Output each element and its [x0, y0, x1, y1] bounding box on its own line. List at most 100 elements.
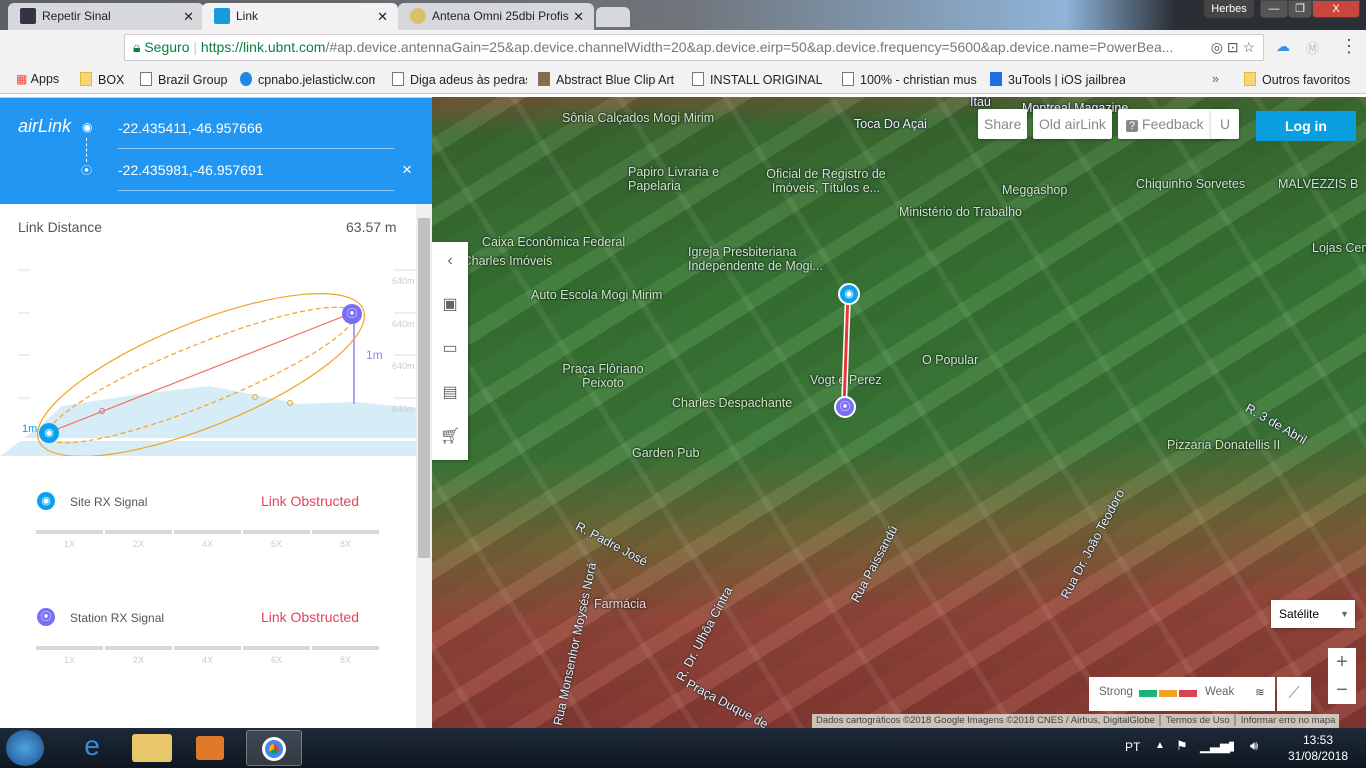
menu-icon[interactable]: ⋮ [1340, 36, 1358, 57]
bookmark-label: Diga adeus às pedras [410, 73, 527, 87]
network-icon[interactable]: ▁▃▅ [1200, 738, 1230, 754]
close-tab-icon[interactable]: ✕ [183, 9, 194, 25]
explorer-taskbar-icon[interactable] [132, 734, 172, 762]
login-button[interactable]: Log in [1256, 111, 1356, 141]
map-type-value: Satélite [1279, 607, 1320, 621]
start-button[interactable] [6, 730, 44, 766]
station-height-label: 1m [366, 348, 383, 362]
close-tab-icon[interactable]: ✕ [377, 9, 388, 25]
report-error-link[interactable]: Informar erro no mapa [1241, 715, 1336, 726]
user-profile-button[interactable]: Herbes [1204, 0, 1254, 18]
scrollbar-thumb[interactable] [418, 218, 430, 558]
power-icon[interactable]: ▮ [1228, 738, 1235, 754]
clear-button[interactable]: × [402, 160, 412, 180]
bookmark-star-icon[interactable]: ☆ [1242, 39, 1255, 55]
close-window-button[interactable]: X [1312, 0, 1360, 18]
bookmark-brazil-group[interactable]: Brazil Group [140, 72, 227, 87]
ie-taskbar-icon[interactable]: e [64, 730, 120, 766]
chrome-taskbar-icon[interactable] [246, 730, 302, 766]
level-label: 1X [63, 539, 75, 549]
signal-legend: Strong Weak ≋ [1089, 677, 1275, 711]
ubnt-logo-button[interactable]: U [1211, 109, 1239, 139]
signal-status: Link Obstructed [260, 609, 359, 625]
m-extension-icon[interactable]: Ⓜ [1306, 38, 1319, 57]
omnibox-actions: ◎ ⊡ ☆ [1204, 35, 1255, 60]
level-bar [105, 530, 172, 534]
volume-icon[interactable]: 🔊︎ [1250, 738, 1258, 754]
share-button[interactable]: Share [978, 109, 1028, 139]
legend-weak-label: Weak [1205, 686, 1235, 698]
station-profile-icon: ⦿ [342, 304, 362, 324]
tab-link[interactable]: Link ✕ [202, 3, 398, 30]
location-icon[interactable]: ◎ [1211, 39, 1223, 55]
bookmark-label: Abstract Blue Clip Art [556, 73, 675, 87]
map-view[interactable]: Sônia Calçados Mogi Mirim Toca Do Açai P… [432, 97, 1366, 728]
axis-label: 640m [392, 319, 415, 329]
old-airlink-button[interactable]: Old airLink [1033, 109, 1112, 139]
url-path: /#ap.device.antennaGain=25&ap.device.cha… [325, 39, 1174, 55]
legend-strong-label: Strong [1099, 686, 1133, 698]
bookmark-install[interactable]: INSTALL ORIGINAL FI [692, 72, 822, 87]
site-rx-signal: ◉ Site RX Signal Link Obstructed 1X 2X 4X 6… [0, 486, 416, 586]
bookmark-label: 3uTools | iOS jailbreak [1008, 73, 1125, 87]
close-tab-icon[interactable]: ✕ [573, 9, 584, 25]
map-toolbar: ‹ ▣ ▭ ▤ 🛒︎ [432, 242, 468, 460]
bookmark-abstract[interactable]: Abstract Blue Clip Art [538, 72, 678, 87]
cart-icon[interactable]: 🛒︎ [440, 426, 460, 446]
tab-label: Antena Omni 25dbi Profis [432, 9, 569, 23]
date: 31/08/2018 [1287, 749, 1349, 763]
tab-label: Link [236, 9, 259, 23]
bookmark-christian-music[interactable]: 100% - christian music [842, 72, 977, 87]
panel-header: airLink ◉ ⦿ -22.435411,-46.957666 -22.43… [0, 98, 432, 204]
tab-antena[interactable]: Antena Omni 25dbi Profis ✕ [398, 3, 594, 30]
cloud-extension-icon[interactable]: ☁ [1276, 38, 1290, 55]
url-host: https://link.ubnt.com [200, 39, 326, 55]
station-antenna-icon: ⦿ [37, 608, 55, 626]
zoom-in-button[interactable]: + [1328, 648, 1356, 676]
bookmark-box[interactable]: BOX [80, 72, 124, 87]
ruler-icon[interactable]: ⟋ [1277, 677, 1311, 711]
apps-grid-icon: ▦ [16, 72, 31, 86]
station-marker[interactable]: ⦿ [834, 396, 856, 418]
site-coordinates-input[interactable]: -22.435411,-46.957666 [118, 120, 394, 149]
bookmark-3utools[interactable]: 3uTools | iOS jailbreak [990, 72, 1125, 87]
level-label: 1X [63, 655, 75, 665]
clock[interactable]: 13:53 31/08/2018 [1278, 732, 1358, 764]
tab-repetir-sinal[interactable]: Repetir Sinal ✕ [8, 3, 204, 30]
terms-link[interactable]: Termos de Uso [1166, 715, 1230, 726]
new-tab-button[interactable] [596, 7, 630, 27]
report-icon[interactable]: ▤ [440, 382, 460, 402]
action-center-icon[interactable]: ⚑ [1176, 738, 1188, 754]
map-type-select[interactable]: Satélite ▼ [1271, 600, 1355, 628]
signal-overlay-icon[interactable]: ≋ [1255, 685, 1265, 699]
level-label: 6X [270, 655, 282, 665]
bookmarks-bar: ▦ Apps BOX Brazil Group cpnabo.jelasticl… [0, 64, 1366, 94]
site-marker[interactable]: ◉ [838, 283, 860, 305]
bookmark-apps[interactable]: ▦ Apps [16, 72, 59, 86]
signal-status: Link Obstructed [260, 493, 359, 509]
bookmark-cpnabo[interactable]: cpnabo.jelasticlw.com [240, 72, 375, 87]
translate-icon[interactable]: ⊡ [1227, 39, 1239, 55]
station-coordinates-input[interactable]: -22.435981,-46.957691 [118, 162, 394, 191]
restore-button[interactable]: ❐ [1288, 0, 1312, 18]
folder-open-icon[interactable]: ▭ [440, 338, 460, 358]
language-indicator[interactable]: PT [1125, 740, 1140, 754]
tray-expand-icon[interactable]: ▲ [1155, 740, 1165, 751]
bookmark-diga-adeus[interactable]: Diga adeus às pedras [392, 72, 527, 87]
media-player-taskbar-icon[interactable] [196, 736, 224, 760]
level-bar [174, 646, 241, 650]
minimize-button[interactable]: — [1260, 0, 1288, 18]
save-icon[interactable]: ▣ [440, 294, 460, 314]
page-icon [692, 72, 704, 86]
page-icon [392, 72, 404, 86]
bookmark-label: INSTALL ORIGINAL FI [710, 73, 822, 87]
collapse-chevron-icon[interactable]: ‹ [440, 252, 460, 272]
link-connector [86, 138, 87, 162]
elevation-profile [0, 269, 416, 456]
zoom-out-button[interactable]: − [1328, 676, 1356, 704]
level-bar [243, 530, 310, 534]
right-axis-ticks [394, 269, 416, 399]
bookmark-other[interactable]: Outros favoritos [1244, 72, 1350, 87]
more-bookmarks-button[interactable]: » [1212, 72, 1219, 86]
address-bar[interactable]: 🔒︎ Seguro | https://link.ubnt.com/#ap.de… [124, 34, 1264, 61]
